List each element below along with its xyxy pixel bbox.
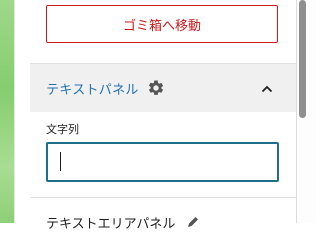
section-divider <box>30 197 296 198</box>
gear-icon[interactable] <box>147 79 165 97</box>
text-field-input[interactable] <box>46 142 279 182</box>
chevron-up-icon[interactable] <box>260 81 274 95</box>
move-to-trash-button[interactable]: ゴミ箱へ移動 <box>46 5 278 43</box>
text-panel-header[interactable]: テキストパネル <box>30 64 296 112</box>
text-panel-title: テキストパネル <box>46 82 139 98</box>
textarea-panel-header[interactable]: テキストエリアパネル <box>46 213 175 232</box>
text-caret <box>60 152 61 171</box>
page-background <box>0 0 14 223</box>
text-field-label: 文字列 <box>46 123 79 136</box>
scrollbar-thumb[interactable] <box>299 0 306 118</box>
pencil-icon <box>186 214 200 228</box>
